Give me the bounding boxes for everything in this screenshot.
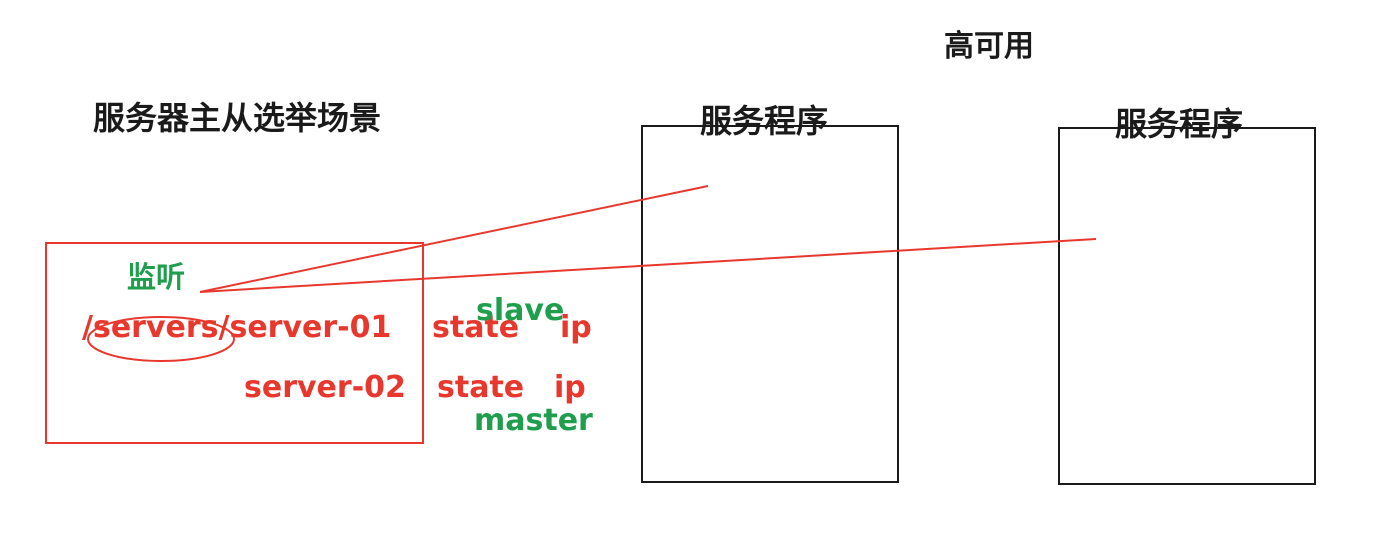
diagram-canvas: 高可用 服务器主从选举场景 服务程序 服务程序 监听 /servers/serv… — [0, 0, 1398, 558]
high-availability-title: 高可用 — [944, 29, 1034, 64]
service-box-b — [1058, 127, 1316, 485]
service-a-label: 服务程序 — [700, 102, 829, 140]
scenario-title: 服务器主从选举场景 — [93, 99, 382, 137]
service-b-label: 服务程序 — [1115, 105, 1244, 143]
server-02-name: server-02 — [244, 370, 406, 405]
listen-line-to-service-b — [199, 238, 1097, 293]
diagram-shapes — [45, 125, 1316, 485]
server-02-ip: ip — [554, 370, 586, 405]
server-01-path: /servers/server-01 — [82, 310, 392, 345]
server-01-role: slave — [476, 293, 565, 328]
service-box-a — [641, 125, 899, 483]
listen-label: 监听 — [127, 260, 186, 294]
server-02-state: state — [437, 370, 525, 405]
server-01-ip: ip — [560, 310, 592, 345]
server-02-role: master — [474, 403, 593, 438]
